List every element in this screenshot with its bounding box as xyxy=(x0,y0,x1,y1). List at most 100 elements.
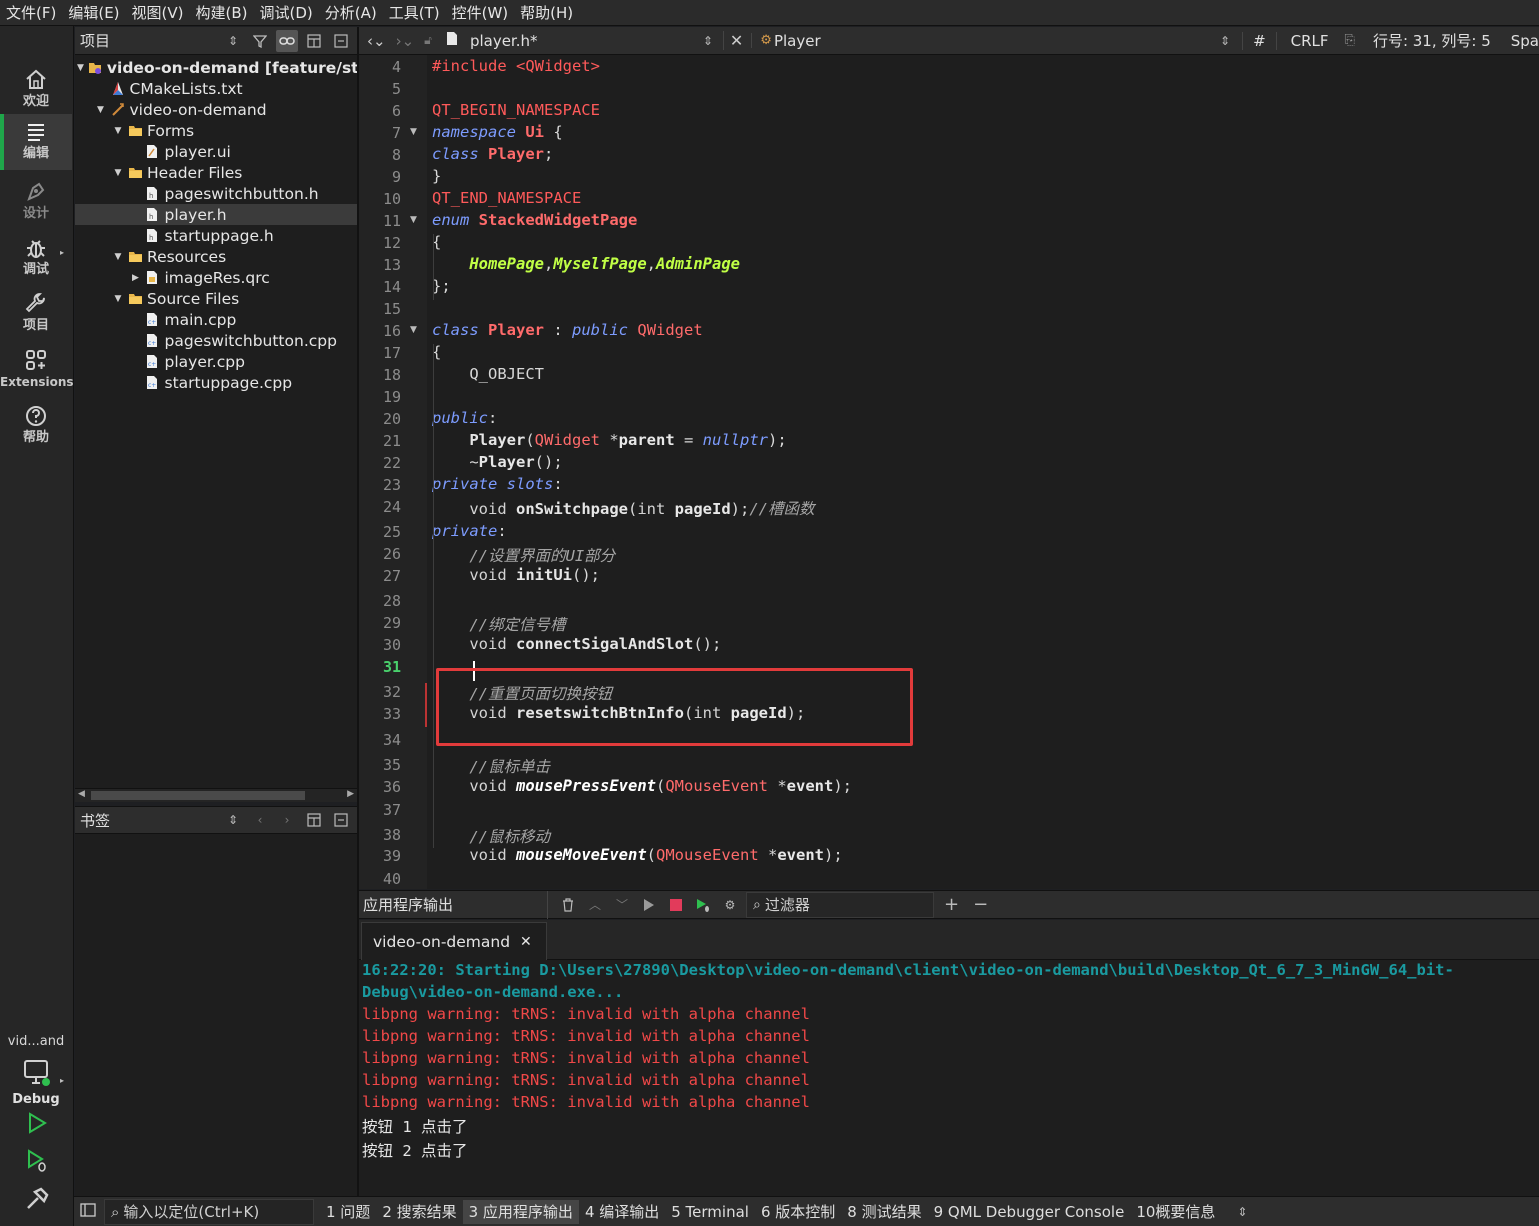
expanded-arrow-icon[interactable]: ▼ xyxy=(112,294,124,304)
more-panes-arrows-icon[interactable]: ⇕ xyxy=(1237,1205,1247,1219)
encoding-icon[interactable]: ⎘ xyxy=(1345,33,1355,48)
view-selector-arrows-icon[interactable]: ⇕ xyxy=(222,809,244,831)
tree-item[interactable]: c+ main.cpp xyxy=(75,309,357,330)
kit-build-label[interactable]: Debug xyxy=(0,1092,72,1107)
tree-item[interactable]: c+ pageswitchbutton.cpp xyxy=(75,330,357,351)
symbol-selector-arrows-icon[interactable]: ⇕ xyxy=(1220,34,1230,48)
pane-tab[interactable]: 5 Terminal xyxy=(665,1200,755,1224)
mode-design[interactable]: 设计 xyxy=(0,174,72,230)
bookmarks-list[interactable] xyxy=(75,834,357,1196)
tree-horizontal-scrollbar[interactable]: ◀ ▶ xyxy=(75,788,357,802)
close-tab-icon[interactable]: ✕ xyxy=(520,934,532,950)
zoom-out-icon[interactable]: − xyxy=(973,894,988,915)
tree-item[interactable]: h player.h xyxy=(75,204,357,225)
scroll-left-icon[interactable]: ◀ xyxy=(78,789,85,799)
pane-tab[interactable]: 3 应用程序输出 xyxy=(462,1199,579,1224)
collapsed-arrow-icon[interactable]: ▶ xyxy=(130,273,142,283)
expanded-arrow-icon[interactable]: ▼ xyxy=(112,252,124,262)
fold-arrow-icon[interactable]: ▼ xyxy=(410,127,417,137)
expanded-arrow-icon[interactable]: ▼ xyxy=(95,105,107,115)
next-icon[interactable]: › xyxy=(276,809,298,831)
indent-setting[interactable]: Spa xyxy=(1511,32,1539,50)
pane-tab[interactable]: 9 QML Debugger Console xyxy=(928,1200,1131,1224)
application-output[interactable]: 16:22:20: Starting D:\Users\27890\Deskto… xyxy=(359,960,1539,1196)
view-selector-arrows-icon[interactable]: ⇕ xyxy=(222,30,244,52)
code-editor[interactable]: 4 5 6 7 ▼ 8 9 10 11 ▼ 12 13 14 15 16 ▼ 17 18 19 20 21 22 23 24 2… xyxy=(359,55,1539,889)
kit-project-label[interactable]: vid...and xyxy=(0,1034,72,1049)
filter-input[interactable]: ⌕ 过滤器 xyxy=(746,891,934,918)
locator-input[interactable]: ⌕ 输入以定位(Ctrl+K) xyxy=(104,1198,314,1225)
close-pane-icon[interactable] xyxy=(330,809,352,831)
pane-tab[interactable]: 4 编译输出 xyxy=(579,1200,665,1224)
attach-debugger-icon[interactable] xyxy=(692,894,714,916)
back-icon[interactable]: ‹⌄ xyxy=(367,32,386,50)
line-ending-selector[interactable]: CRLF xyxy=(1275,31,1329,50)
previous-icon[interactable]: ‹ xyxy=(249,809,271,831)
pane-tab[interactable]: 1 问题 xyxy=(320,1200,376,1224)
menu-item[interactable]: 控件(W) xyxy=(446,0,515,26)
open-document-name[interactable]: player.h* xyxy=(470,32,703,50)
mode-help[interactable]: 帮助 xyxy=(0,398,72,454)
rerun-icon[interactable] xyxy=(638,894,660,916)
menu-item[interactable]: 分析(A) xyxy=(319,0,383,26)
split-icon[interactable] xyxy=(303,30,325,52)
forward-icon[interactable]: ›⌄ xyxy=(396,32,415,50)
menu-item[interactable]: 编辑(E) xyxy=(62,0,125,26)
scroll-up-icon[interactable]: ︿ xyxy=(584,894,606,916)
settings-gear-icon[interactable]: ⚙ xyxy=(719,894,741,916)
mode-edit[interactable]: 编辑 xyxy=(0,114,72,170)
link-with-editor-icon[interactable] xyxy=(276,29,298,52)
menu-item[interactable]: 帮助(H) xyxy=(514,0,579,26)
scroll-right-icon[interactable]: ▶ xyxy=(347,789,354,799)
pane-tab[interactable]: 10概要信息 xyxy=(1130,1200,1221,1224)
tree-item[interactable]: h pageswitchbutton.h xyxy=(75,183,357,204)
tree-item[interactable]: player.ui xyxy=(75,141,357,162)
tree-item[interactable]: ▼ Header Files xyxy=(75,162,357,183)
tree-item[interactable]: ▼ video-on-demand [feature/start xyxy=(75,57,357,78)
fold-arrow-icon[interactable]: ▼ xyxy=(410,215,417,225)
close-document-icon[interactable]: ✕ xyxy=(722,31,743,50)
tree-item[interactable]: h startuppage.h xyxy=(75,225,357,246)
mode-projects[interactable]: 项目 xyxy=(0,286,72,342)
mode-welcome[interactable]: 欢迎 xyxy=(0,62,72,118)
tree-item[interactable]: c+ player.cpp xyxy=(75,351,357,372)
tree-item[interactable]: ▶ imageRes.qrc xyxy=(75,267,357,288)
stop-icon[interactable] xyxy=(665,894,687,916)
monitor-icon[interactable] xyxy=(22,1058,52,1088)
projects-pane-title[interactable]: 项目 xyxy=(75,30,222,51)
filter-icon[interactable] xyxy=(249,30,271,52)
expanded-arrow-icon[interactable]: ▼ xyxy=(112,168,124,178)
menu-item[interactable]: 视图(V) xyxy=(126,0,190,26)
tree-item[interactable]: ▼ Resources xyxy=(75,246,357,267)
menu-item[interactable]: 工具(T) xyxy=(383,0,446,26)
tree-item[interactable]: CMakeLists.txt xyxy=(75,78,357,99)
clear-icon[interactable] xyxy=(557,894,579,916)
scroll-down-icon[interactable]: ﹀ xyxy=(611,894,633,916)
split-icon[interactable] xyxy=(303,809,325,831)
fold-arrow-icon[interactable]: ▼ xyxy=(410,325,417,335)
symbol-selector[interactable]: Player xyxy=(774,32,1220,50)
tree-item[interactable]: ▼ Forms xyxy=(75,120,357,141)
lock-icon[interactable]: 🔓︎ xyxy=(424,33,432,48)
expanded-arrow-icon[interactable]: ▼ xyxy=(112,126,124,136)
tree-item[interactable]: c+ startuppage.cpp xyxy=(75,372,357,393)
mode-extensions[interactable]: Extensions xyxy=(0,342,74,398)
pane-tab[interactable]: 2 搜索结果 xyxy=(376,1200,462,1224)
toggle-sidebar-icon[interactable] xyxy=(80,1202,96,1221)
build-hammer-icon[interactable] xyxy=(24,1186,50,1212)
zoom-in-icon[interactable]: + xyxy=(944,894,959,915)
scroll-thumb[interactable] xyxy=(91,791,305,800)
tree-item[interactable]: ▼ Source Files xyxy=(75,288,357,309)
menu-item[interactable]: 文件(F) xyxy=(0,0,62,26)
mode-debug[interactable]: 调试 ▸ xyxy=(0,230,72,286)
preprocessor-button[interactable]: # xyxy=(1242,31,1266,50)
run-icon[interactable] xyxy=(24,1110,50,1136)
close-pane-icon[interactable] xyxy=(330,30,352,52)
menu-item[interactable]: 调试(D) xyxy=(254,0,319,26)
pane-tab[interactable]: 6 版本控制 xyxy=(755,1200,841,1224)
tree-item[interactable]: ▼ video-on-demand xyxy=(75,99,357,120)
bookmarks-pane-title[interactable]: 书签 xyxy=(75,810,222,831)
pane-tab[interactable]: 8 测试结果 xyxy=(841,1200,927,1224)
output-tab-video-on-demand[interactable]: video-on-demand ✕ xyxy=(361,922,547,960)
output-pane-title[interactable]: 应用程序输出 xyxy=(359,894,547,915)
